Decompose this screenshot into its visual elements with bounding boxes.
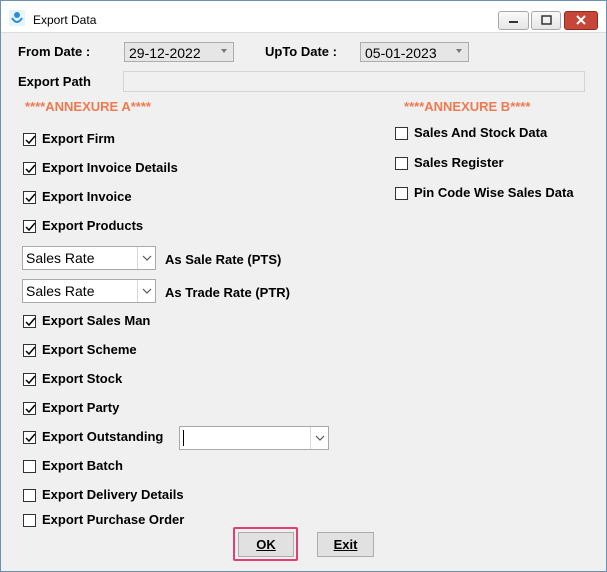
checkbox-unchecked[interactable] [395,157,408,170]
minimize-icon [509,21,518,23]
check-icon [25,346,36,356]
trade-rate-label: As Trade Rate (PTR) [165,285,290,300]
export-stock-label: Export Stock [42,371,123,386]
export-sales-man-label: Export Sales Man [42,313,151,328]
checkbox-checked[interactable] [23,220,36,233]
maximize-icon [541,15,552,25]
trade-rate-select[interactable]: Sales Rate [22,279,156,303]
checkbox-unchecked[interactable] [23,489,36,502]
annexure-a-heading: ****ANNEXURE A**** [25,99,151,114]
export-products-label: Export Products [42,218,144,233]
chevron-down-icon [315,435,325,441]
check-icon [25,164,36,174]
checkbox-unchecked[interactable] [395,127,408,140]
sale-rate-label: As Sale Rate (PTS) [165,252,282,267]
window-title: Export Data [33,13,97,27]
checkbox-checked[interactable] [23,431,36,444]
checkbox-checked[interactable] [23,315,36,328]
export-invoice-details-label: Export Invoice Details [42,160,178,175]
from-date-label: From Date : [18,44,91,59]
from-date-value: 29-12-2022 [129,45,201,61]
pin-code-wise-label: Pin Code Wise Sales Data [414,185,574,200]
checkbox-checked[interactable] [23,133,36,146]
checkbox-checked[interactable] [23,402,36,415]
checkbox-checked[interactable] [23,162,36,175]
checkbox-checked[interactable] [23,191,36,204]
app-icon [9,10,25,26]
close-icon [576,15,586,25]
export-batch-label: Export Batch [42,458,123,473]
upto-date-label: UpTo Date : [265,44,337,59]
check-icon [25,404,36,414]
checkbox-unchecked[interactable] [23,460,36,473]
sales-register-label: Sales Register [414,155,504,170]
check-icon [25,222,36,232]
checkbox-unchecked[interactable] [395,187,408,200]
check-icon [25,433,36,443]
export-purchase-order-label: Export Purchase Order [42,512,185,527]
trade-rate-dropdown-button[interactable] [137,280,155,302]
check-icon [25,375,36,385]
chevron-down-icon [221,49,227,53]
check-icon [25,193,36,203]
maximize-button[interactable] [531,11,561,30]
checkbox-unchecked[interactable] [23,514,36,527]
trade-rate-value: Sales Rate [26,283,95,299]
sale-rate-value: Sales Rate [26,250,95,266]
chevron-down-icon [456,49,462,53]
export-party-label: Export Party [42,400,120,415]
export-path-label: Export Path [18,74,91,89]
exit-button[interactable]: Exit [317,532,374,557]
outstanding-dropdown-button[interactable] [310,427,328,449]
sale-rate-dropdown-button[interactable] [137,247,155,269]
chevron-down-icon [142,288,152,294]
title-bar[interactable]: Export Data [1,1,606,33]
export-path-field[interactable] [123,71,585,92]
checkbox-checked[interactable] [23,344,36,357]
sales-and-stock-label: Sales And Stock Data [414,125,548,140]
upto-date-value: 05-01-2023 [365,45,437,61]
annexure-b-heading: ****ANNEXURE B**** [404,99,531,114]
sale-rate-select[interactable]: Sales Rate [22,246,156,270]
export-data-window: Export Data From Date : 29-12-2022 UpTo … [0,0,607,572]
export-outstanding-label: Export Outstanding [42,429,164,444]
outstanding-select[interactable] [179,426,329,450]
from-date-picker[interactable]: 29-12-2022 [124,42,234,62]
check-icon [25,317,36,327]
close-button[interactable] [564,11,598,30]
check-icon [25,135,36,145]
export-delivery-details-label: Export Delivery Details [42,487,184,502]
upto-date-picker[interactable]: 05-01-2023 [360,42,469,62]
chevron-down-icon [142,255,152,261]
export-firm-label: Export Firm [42,131,115,146]
checkbox-checked[interactable] [23,373,36,386]
export-scheme-label: Export Scheme [42,342,137,357]
minimize-button[interactable] [498,11,529,30]
ok-button[interactable]: OK [238,532,294,557]
text-caret [183,430,184,446]
export-invoice-label: Export Invoice [42,189,132,204]
